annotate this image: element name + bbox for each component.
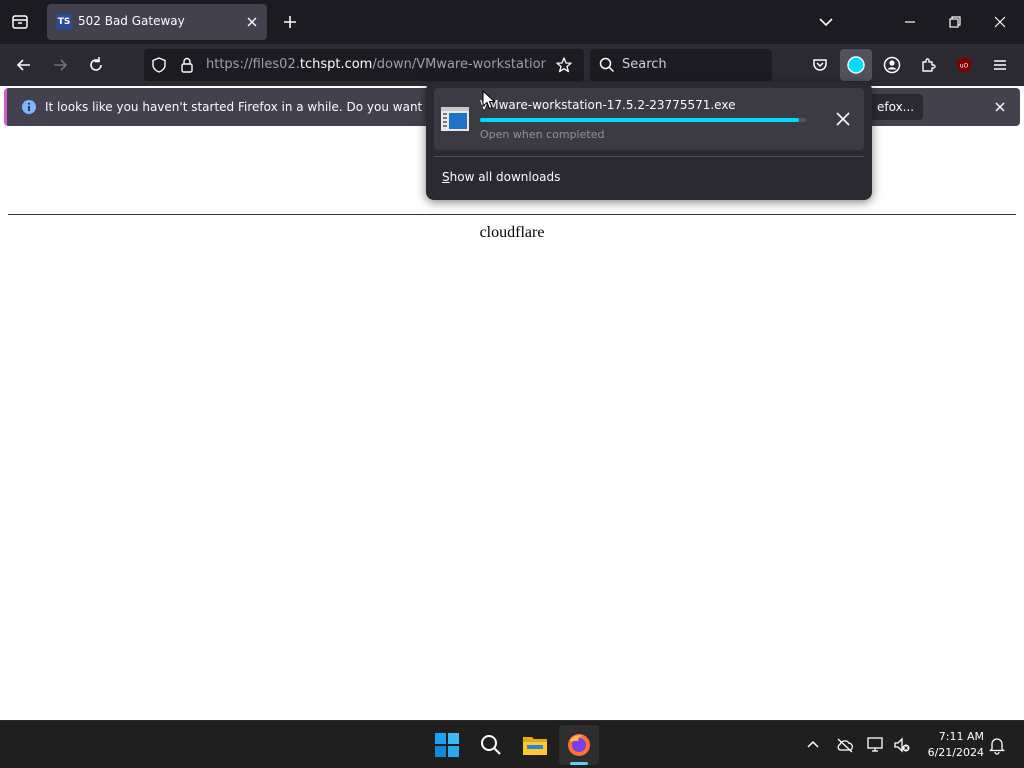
url-prefix: https://files02. [206, 57, 300, 72]
cancel-download-icon[interactable] [834, 110, 852, 128]
ublock-origin-icon[interactable]: uO [954, 55, 974, 75]
downloads-button[interactable] [840, 49, 872, 81]
url-bar[interactable]: https://files02.tchspt.com/down/VMware-w… [144, 49, 584, 81]
download-item[interactable]: VMware-workstation-17.5.2-23775571.exe O… [434, 88, 864, 150]
close-notification-icon[interactable] [992, 99, 1008, 115]
mouse-cursor-icon [482, 90, 496, 110]
close-window-icon[interactable] [990, 12, 1010, 32]
windows-start-icon[interactable] [434, 732, 460, 758]
exe-file-icon [440, 106, 470, 132]
chevron-down-icon[interactable] [816, 12, 836, 32]
downloads-progress-icon [846, 55, 866, 75]
new-tab-icon[interactable] [280, 12, 300, 32]
page-divider [8, 214, 1016, 215]
tab-title: 502 Bad Gateway [78, 14, 185, 28]
onedrive-cloud-icon[interactable] [835, 735, 855, 755]
url-domain: tchspt.com [299, 57, 373, 72]
download-status: Open when completed [480, 128, 605, 141]
taskbar-search-icon[interactable] [479, 733, 503, 757]
minimize-icon[interactable] [900, 12, 920, 32]
back-icon[interactable] [14, 55, 34, 75]
download-filename: VMware-workstation-17.5.2-23775571.exe [480, 98, 736, 112]
info-icon [21, 99, 37, 115]
pocket-icon[interactable] [810, 55, 830, 75]
download-progress-bar [480, 118, 806, 122]
file-explorer-icon[interactable] [522, 732, 548, 758]
extensions-icon[interactable] [918, 55, 938, 75]
page-content: 502 cloudflare [0, 132, 1024, 720]
search-placeholder: Search [622, 57, 667, 72]
page-footer: cloudflare [479, 224, 545, 241]
account-icon[interactable] [882, 55, 902, 75]
bookmark-star-icon[interactable] [555, 56, 573, 74]
tracking-protection-shield-icon[interactable] [150, 56, 168, 74]
downloads-separator [434, 156, 864, 157]
tab-favicon: TS [56, 14, 72, 30]
navigation-toolbar: https://files02.tchspt.com/down/VMware-w… [0, 44, 1024, 86]
tab-strip: TS 502 Bad Gateway [0, 0, 1024, 44]
show-all-downloads-button[interactable]: Show all downloads [442, 170, 560, 184]
clock-time: 7:11 AM [938, 730, 984, 743]
clock-date: 6/21/2024 [927, 746, 984, 759]
firefox-running-indicator [570, 762, 588, 765]
taskbar-firefox-button[interactable] [559, 725, 599, 765]
windows-taskbar: 7:11 AM 6/21/2024 [0, 720, 1024, 768]
menu-hamburger-icon[interactable] [990, 55, 1010, 75]
lock-icon[interactable] [178, 56, 196, 74]
refresh-firefox-button[interactable]: efox... [869, 94, 923, 120]
forward-icon[interactable] [50, 55, 70, 75]
close-tab-icon[interactable] [243, 13, 261, 31]
search-icon [598, 56, 616, 74]
search-input[interactable]: Search [590, 49, 772, 81]
restore-icon[interactable] [945, 12, 965, 32]
url-text[interactable]: https://files02.tchspt.com/down/VMware-w… [206, 57, 546, 72]
show-all-accesskey: S [442, 170, 450, 184]
taskbar-clock[interactable]: 7:11 AM 6/21/2024 [914, 729, 984, 761]
show-hidden-icons-chevron-up-icon[interactable] [804, 736, 822, 754]
notification-message: It looks like you haven't started Firefo… [45, 100, 487, 114]
reload-icon[interactable] [86, 55, 106, 75]
tab-active[interactable]: TS 502 Bad Gateway [47, 4, 267, 40]
network-icon[interactable] [866, 735, 886, 755]
firefox-icon [566, 732, 592, 758]
volume-muted-icon[interactable] [892, 735, 912, 755]
url-path: /down/VMware-workstation-1 [372, 57, 546, 72]
show-all-label: how all downloads [449, 170, 561, 184]
download-progress-fill [480, 118, 800, 122]
svg-text:uO: uO [960, 63, 969, 70]
list-all-tabs-icon[interactable] [10, 12, 30, 32]
notification-bell-icon[interactable] [987, 735, 1007, 755]
